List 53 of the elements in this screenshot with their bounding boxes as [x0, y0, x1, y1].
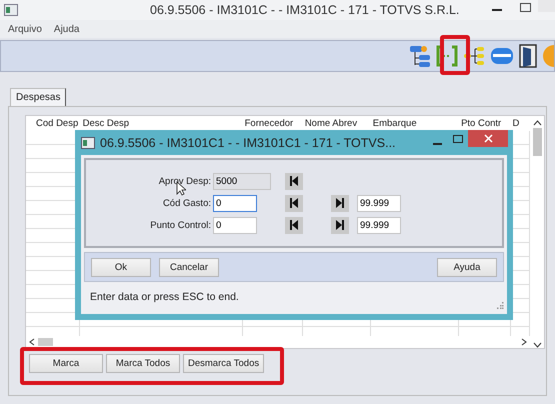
input-field[interactable]: 0 [213, 194, 257, 212]
column-header[interactable]: Nome Abrev [302, 118, 371, 129]
maximize-icon[interactable] [520, 3, 531, 12]
door-icon[interactable] [519, 44, 537, 68]
scroll-down-icon[interactable] [532, 342, 542, 348]
tree-icon[interactable] [409, 44, 431, 68]
app-icon [81, 136, 95, 148]
highlight-frame [440, 35, 470, 75]
minimize-icon[interactable] [492, 9, 502, 12]
dialog-title: 06.9.5506 - IM3101C1 - - IM3101C1 - 171 - TOTVS... [100, 136, 396, 150]
help-button[interactable]: Ayuda [437, 258, 497, 276]
menu-item[interactable]: Arquivo [8, 24, 42, 34]
status-text: Enter data or press ESC to end. [90, 290, 239, 302]
close-icon [484, 134, 492, 143]
input-field[interactable]: 0 [213, 216, 257, 234]
field-label: Punto Control: [149, 220, 212, 230]
column-header[interactable]: Fornecedor [242, 118, 303, 129]
scrollbar-thumb[interactable] [532, 128, 542, 156]
last-record-button[interactable] [331, 194, 349, 212]
column-header[interactable]: Pto Contr [459, 118, 511, 129]
dialog-button[interactable]: Ok [91, 258, 151, 276]
action-button[interactable]: Marca Todos [106, 354, 180, 373]
dialog-button[interactable]: Cancelar [159, 258, 219, 276]
column-header[interactable]: Embarque [370, 118, 460, 129]
scrollbar-thumb[interactable] [38, 338, 53, 346]
first-record-button[interactable] [285, 172, 303, 190]
menu-item[interactable]: Ajuda [54, 24, 80, 34]
action-button[interactable]: Marca [29, 354, 103, 373]
action-button[interactable]: Desmarca Todos [183, 354, 264, 373]
first-record-button[interactable] [285, 194, 303, 212]
close-button[interactable] [468, 130, 508, 147]
last-record-button[interactable] [331, 216, 349, 234]
skip-back-icon [289, 197, 299, 209]
tab[interactable]: Despesas [10, 88, 66, 106]
resize-grip-icon[interactable] [497, 302, 504, 309]
column-header[interactable]: D [510, 118, 530, 129]
skip-forward-icon [335, 197, 345, 209]
field-label: Cód Gasto: [162, 198, 212, 208]
field-label: Aprov Desp: [158, 176, 212, 186]
bracket-icon[interactable] [436, 45, 458, 67]
maximize-icon[interactable] [453, 135, 463, 143]
app-icon [4, 4, 18, 16]
column-header[interactable]: Desc Desp [80, 118, 243, 129]
skip-forward-icon [335, 219, 345, 231]
scroll-up-icon[interactable] [532, 120, 542, 126]
first-record-button[interactable] [285, 216, 303, 234]
window-title: 06.9.5506 - IM3101C - - IM3101C - 171 - TOTVS S.R.L. [150, 2, 460, 18]
input-field[interactable]: 99.999 [357, 216, 401, 234]
hierarchy-icon[interactable] [463, 45, 485, 67]
column-header[interactable]: Cod Desp [26, 118, 81, 129]
input-field[interactable]: 99.999 [357, 194, 401, 212]
skip-back-icon [289, 175, 299, 187]
skip-back-icon [289, 219, 299, 231]
